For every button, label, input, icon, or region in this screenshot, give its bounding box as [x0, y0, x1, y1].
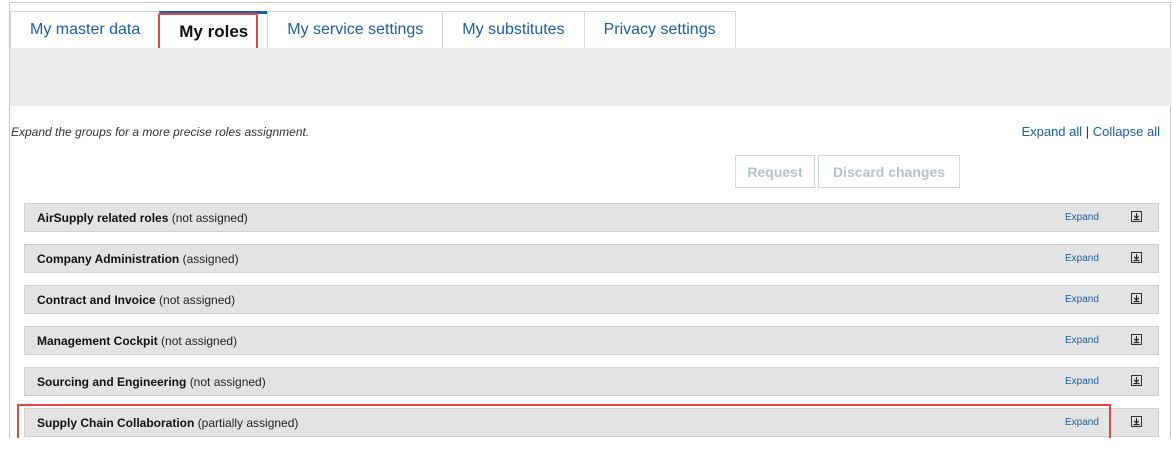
role-group-status: (not assigned): [189, 374, 266, 389]
expand-arrow-icon[interactable]: [1131, 293, 1142, 304]
expand-arrow-icon[interactable]: [1131, 211, 1142, 222]
role-group-name: AirSupply related roles: [37, 210, 169, 225]
collapse-all-link[interactable]: Collapse all: [1093, 124, 1160, 139]
expand-arrow-icon[interactable]: [1131, 252, 1142, 263]
tab-my-roles[interactable]: My roles: [159, 11, 269, 48]
expand-arrow-icon[interactable]: [1131, 416, 1142, 427]
tab-my-service-settings[interactable]: My service settings: [267, 11, 444, 48]
expand-arrow-icon[interactable]: [1131, 334, 1142, 345]
role-group-title: Company Administration (assigned): [37, 252, 239, 266]
role-group-airsupply[interactable]: AirSupply related roles (not assigned) E…: [24, 203, 1159, 232]
role-groups-list: AirSupply related roles (not assigned) E…: [24, 203, 1159, 449]
role-group-name: Contract and Invoice: [37, 292, 156, 307]
expand-collapse-links: Expand all | Collapse all: [1021, 124, 1160, 139]
expand-arrow-icon[interactable]: [1131, 375, 1142, 386]
expand-link[interactable]: Expand: [1065, 253, 1099, 264]
role-group-name: Company Administration: [37, 251, 180, 266]
role-group-name: Supply Chain Collaboration: [37, 415, 195, 430]
tab-my-master-data[interactable]: My master data: [10, 11, 161, 48]
role-group-title: Contract and Invoice (not assigned): [37, 293, 235, 307]
tab-my-substitutes[interactable]: My substitutes: [442, 11, 585, 48]
role-group-status: (not assigned): [171, 210, 248, 225]
link-separator: |: [1085, 124, 1090, 139]
role-group-title: Supply Chain Collaboration (partially as…: [37, 416, 298, 430]
expand-all-link[interactable]: Expand all: [1021, 124, 1082, 139]
expand-link[interactable]: Expand: [1065, 212, 1099, 223]
role-group-management-cockpit[interactable]: Management Cockpit (not assigned) Expand: [24, 326, 1159, 355]
toolbar-area: [10, 48, 1171, 106]
tab-bar: My master data My roles My service setti…: [10, 11, 736, 48]
role-group-title: AirSupply related roles (not assigned): [37, 211, 248, 225]
discard-changes-button[interactable]: Discard changes: [818, 155, 960, 188]
expand-link[interactable]: Expand: [1065, 335, 1099, 346]
role-group-contract-invoice[interactable]: Contract and Invoice (not assigned) Expa…: [24, 285, 1159, 314]
role-group-name: Management Cockpit: [37, 333, 158, 348]
tab-privacy-settings[interactable]: Privacy settings: [583, 11, 736, 48]
expand-link[interactable]: Expand: [1065, 417, 1099, 428]
role-group-company-administration[interactable]: Company Administration (assigned) Expand: [24, 244, 1159, 273]
role-group-status: (partially assigned): [197, 415, 299, 430]
role-group-status: (assigned): [182, 251, 239, 266]
role-group-status: (not assigned): [161, 333, 238, 348]
role-group-status: (not assigned): [159, 292, 236, 307]
role-group-title: Management Cockpit (not assigned): [37, 334, 237, 348]
role-group-name: Sourcing and Engineering: [37, 374, 187, 389]
expand-link[interactable]: Expand: [1065, 376, 1099, 387]
role-group-title: Sourcing and Engineering (not assigned): [37, 375, 266, 389]
role-group-supply-chain-collaboration[interactable]: Supply Chain Collaboration (partially as…: [24, 408, 1159, 437]
role-group-sourcing-engineering[interactable]: Sourcing and Engineering (not assigned) …: [24, 367, 1159, 396]
request-button[interactable]: Request: [735, 155, 815, 188]
expand-link[interactable]: Expand: [1065, 294, 1099, 305]
roles-hint-text: Expand the groups for a more precise rol…: [11, 125, 310, 139]
